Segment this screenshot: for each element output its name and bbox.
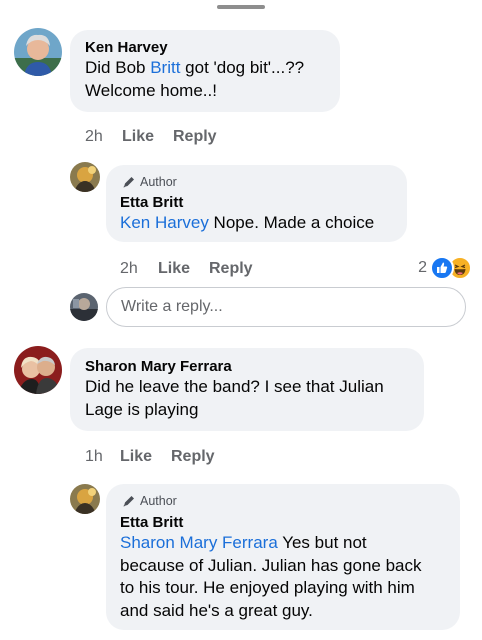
- comment-text: Did Bob Britt got 'dog bit'...?? Welcome…: [85, 57, 304, 102]
- reaction-summary[interactable]: 2: [418, 256, 472, 280]
- avatar-etta-britt[interactable]: [70, 484, 100, 514]
- avatar-image: [70, 484, 100, 514]
- mention-link[interactable]: Britt: [150, 58, 180, 77]
- reply-input-placeholder: Write a reply...: [121, 298, 223, 315]
- avatar-ken-harvey[interactable]: [14, 28, 62, 76]
- comment-timestamp: 2h: [120, 260, 138, 277]
- comment-text-part: got 'dog bit'...??: [180, 58, 305, 77]
- comment-text: Did he leave the band? I see that Julian…: [85, 376, 384, 421]
- comment-bubble[interactable]: Author Etta Britt Ken Harvey Nope. Made …: [106, 165, 407, 242]
- like-button[interactable]: Like: [158, 260, 190, 278]
- mention-link[interactable]: Sharon Mary Ferrara: [120, 533, 278, 552]
- author-badge: Author: [122, 175, 177, 189]
- mention-link[interactable]: Ken Harvey: [120, 213, 209, 232]
- like-button[interactable]: Like: [122, 128, 154, 146]
- avatar-image: [70, 162, 100, 192]
- comment-bubble[interactable]: Ken Harvey Did Bob Britt got 'dog bit'..…: [70, 30, 340, 112]
- comment-text-part: Welcome home..!: [85, 80, 217, 100]
- comment-author-name[interactable]: Etta Britt: [120, 514, 183, 531]
- comment-bubble[interactable]: Sharon Mary Ferrara Did he leave the ban…: [70, 348, 424, 431]
- comment-text-part: because of Julian. Julian has gone back: [120, 555, 422, 575]
- comment-author-name[interactable]: Sharon Mary Ferrara: [85, 358, 232, 375]
- like-icon: [430, 256, 454, 280]
- comment-text-part: Lage is playing: [85, 399, 199, 419]
- pencil-icon: [123, 496, 134, 507]
- author-badge-label: Author: [140, 175, 177, 189]
- comment-timestamp: 1h: [85, 448, 103, 465]
- comment-text-part: Did Bob: [85, 58, 151, 77]
- author-badge: Author: [122, 494, 177, 508]
- sheet-grabber[interactable]: [217, 5, 265, 9]
- reply-button[interactable]: Reply: [171, 448, 215, 466]
- comments-sheet: Ken Harvey Did Bob Britt got 'dog bit'..…: [0, 0, 482, 640]
- reply-button[interactable]: Reply: [209, 260, 253, 278]
- reaction-count: 2: [418, 259, 427, 276]
- reply-input[interactable]: Write a reply...: [106, 287, 466, 327]
- avatar-image: [70, 293, 98, 321]
- avatar-image: [14, 346, 62, 394]
- comment-timestamp: 2h: [85, 128, 103, 145]
- comment-text: Sharon Mary Ferrara Yes but not because …: [120, 532, 421, 622]
- comment-text-part: and said he's a great guy.: [120, 600, 313, 620]
- pencil-icon: [123, 177, 134, 188]
- comment-bubble[interactable]: Author Etta Britt Sharon Mary Ferrara Ye…: [106, 484, 460, 630]
- like-button[interactable]: Like: [120, 448, 152, 466]
- avatar-image: [14, 28, 62, 76]
- avatar-sharon-mary-ferrara[interactable]: [14, 346, 62, 394]
- comment-text: Ken Harvey Nope. Made a choice: [120, 212, 374, 235]
- author-badge-label: Author: [140, 494, 177, 508]
- avatar-etta-britt[interactable]: [70, 162, 100, 192]
- comment-text-part: Did he leave the band? I see that Julian: [85, 377, 384, 396]
- comment-author-name[interactable]: Etta Britt: [120, 194, 183, 211]
- my-avatar: [70, 293, 98, 321]
- comment-text-part: Yes but not: [277, 533, 367, 552]
- comment-text-part: Nope. Made a choice: [208, 213, 375, 232]
- comment-author-name[interactable]: Ken Harvey: [85, 39, 168, 56]
- comment-text-part: to his tour. He enjoyed playing with him: [120, 578, 415, 597]
- reply-button[interactable]: Reply: [173, 128, 217, 146]
